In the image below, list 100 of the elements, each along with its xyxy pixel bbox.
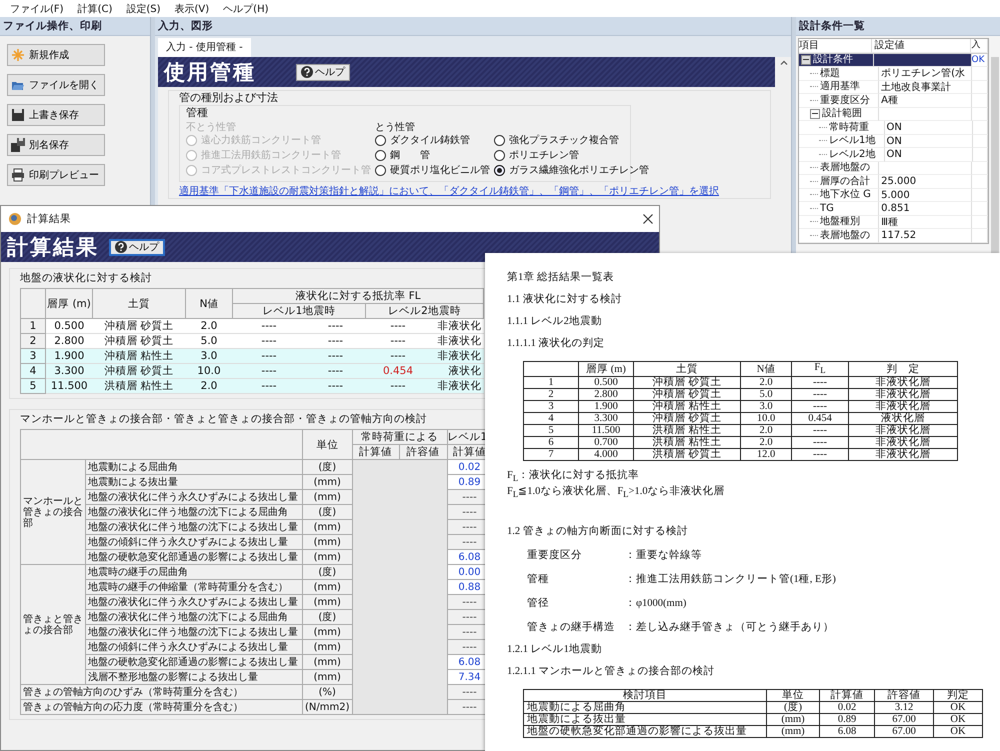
column-header: 計算値	[352, 444, 399, 460]
table-cell: 沖積層 粘性土	[634, 400, 740, 413]
item-label: 層厚の合計	[820, 175, 870, 188]
radio-option[interactable]: ガラス繊維強化ポリエチレン管	[494, 163, 649, 177]
tree-row[interactable]: 重要度区分 A種	[799, 94, 988, 108]
row-number: 2	[20, 334, 46, 348]
scroll-up-icon[interactable]	[780, 60, 788, 65]
row-number: 4	[20, 364, 46, 378]
table-cell: 洪積層 砂質土	[634, 448, 740, 461]
table-cell: 管きょの管軸方向の応力度（常時荷重分を含む）	[20, 700, 302, 714]
radio-button[interactable]	[494, 164, 505, 176]
table-cell: (度)	[302, 610, 352, 624]
menu-item[interactable]: ファイル(F)	[10, 2, 64, 16]
table-cell: 地盤の液状化に伴う永久ひずみによる抜出し量	[86, 490, 302, 504]
tree-row[interactable]: 適用基準 土地改良事業計	[799, 80, 988, 94]
column-header: 単位	[766, 690, 820, 702]
group-title: 地盤の液状化に対する検討	[20, 271, 152, 285]
table-cell: 5	[524, 424, 578, 437]
table-cell: 非液状化層	[848, 400, 958, 413]
item-label: 重要度区分	[820, 94, 870, 107]
table-cell: 非液状化層	[848, 388, 958, 401]
toolbar-button[interactable]: 印刷プレビュー	[7, 164, 105, 186]
column-header[interactable]: 入	[971, 39, 988, 52]
row-number: 5	[20, 378, 46, 394]
field-label: 管種	[527, 572, 550, 586]
tab[interactable]: 入力 - 使用管種 -	[158, 38, 251, 57]
radio-option[interactable]: 硬質ポリ塩化ビニル管	[375, 163, 490, 177]
toolbar-button[interactable]: 上書き保存	[7, 104, 105, 126]
table-cell: ----	[366, 318, 430, 334]
menu-item[interactable]: 表示(V)	[174, 2, 210, 16]
dialog-title: 計算結果	[27, 212, 71, 226]
table-cell: 非液状化層	[848, 436, 958, 449]
tree-row[interactable]: 常時荷重 ON	[799, 121, 988, 134]
help-button[interactable]: ヘルプ	[109, 238, 165, 256]
help-button[interactable]: ヘルプ	[296, 64, 350, 80]
printer-icon	[11, 168, 25, 182]
column-header[interactable]: 設定値	[872, 39, 972, 52]
tree-row[interactable]: TG 0.851	[799, 202, 988, 216]
collapse-icon[interactable]	[810, 108, 820, 119]
page-title: 計算結果	[7, 234, 99, 261]
radio-button[interactable]	[375, 164, 386, 176]
table-cell: 浅層不整形地盤の影響による抜出し量	[86, 670, 302, 684]
radio-button[interactable]	[494, 134, 505, 146]
radio-option[interactable]: 鋼 管	[375, 148, 490, 162]
menu-item[interactable]: 計算(C)	[78, 2, 112, 16]
group-title: 管の種別および寸法	[179, 90, 279, 105]
menu-item[interactable]: ヘルプ(H)	[223, 2, 268, 16]
item-value: 0.851	[881, 203, 910, 214]
tree-row[interactable]: 地下水位 G 5.000	[799, 188, 988, 202]
toolbar-button[interactable]: 新規作成	[7, 44, 105, 66]
tree-row[interactable]: 表層地盤の 117.52	[799, 229, 988, 242]
table-cell: ----	[366, 378, 430, 394]
collapse-icon[interactable]	[801, 54, 811, 65]
table-cell: ----	[306, 348, 366, 364]
table-cell: ----	[306, 364, 366, 378]
field-label: 重要度区分	[527, 548, 583, 562]
table-cell: 2.0	[186, 378, 232, 394]
tree-row[interactable]: レベル2地 ON	[799, 148, 988, 162]
tree-row[interactable]: 設計範囲	[799, 108, 988, 121]
radio-option[interactable]: 強化プラスチック複合管	[494, 133, 649, 147]
table-cell: 非液状化層	[848, 376, 958, 389]
tree-row[interactable]: レベル1地 ON	[799, 134, 988, 148]
tree-row[interactable]: 層厚の合計 25.000	[799, 175, 988, 188]
table-cell: OK	[934, 726, 982, 738]
table-cell: 地盤の傾斜に伴う永久ひずみによる抜出し量	[86, 640, 302, 654]
toolbar-button[interactable]: ファイルを開く	[7, 74, 105, 96]
radio-button[interactable]	[375, 134, 386, 146]
item-label: 設計条件	[813, 54, 853, 66]
table-cell: 3.300	[46, 364, 92, 378]
radio-option[interactable]: ダクタイル鋳鉄管	[375, 133, 490, 147]
tree-row[interactable]: 標題 ポリエチレン管(水	[799, 67, 988, 80]
table-cell: 地盤の硬軟急変化部通過の影響による抜出量	[524, 726, 766, 738]
radio-button[interactable]	[494, 150, 505, 160]
item-label: 表層地盤の	[820, 162, 870, 174]
table-cell: (mm)	[302, 670, 352, 684]
table-cell: 0.89	[820, 714, 874, 726]
radio-option[interactable]: ポリエチレン管	[494, 148, 649, 162]
column-header: 常時荷重による	[352, 430, 447, 444]
table-cell: ----	[232, 318, 306, 334]
tree-row[interactable]: 表層地盤の	[799, 162, 988, 175]
radio-button[interactable]	[375, 150, 386, 160]
table-cell: 地盤の傾斜に伴う永久ひずみによる抜出し量	[86, 534, 302, 550]
menu-item[interactable]: 設定(S)	[126, 2, 161, 16]
close-icon[interactable]	[643, 214, 653, 224]
table-cell: 1.900	[46, 348, 92, 364]
item-value: ON	[886, 122, 902, 133]
item-value: Ⅲ種	[881, 216, 898, 228]
column-header: 液状化に対する抵抗率 FL	[232, 288, 484, 304]
table-cell: 地震動による屈曲角	[524, 702, 766, 714]
item-label: 地盤種別	[820, 216, 860, 228]
tree-row[interactable]: 地盤種別 Ⅲ種	[799, 216, 988, 229]
column-header: N値	[740, 362, 792, 377]
report-heading: 1.2.1 レベル1地震動	[507, 642, 602, 658]
table-cell: 3.0	[740, 400, 792, 413]
table-cell: (N/mm2)	[302, 700, 352, 714]
field-value: ：差し込み継手管きょ（可とう継手あり）	[625, 620, 834, 634]
report-heading: 1.2 管きょの軸方向断面に対する検討	[507, 524, 688, 540]
toolbar-button[interactable]: 別名保存	[7, 134, 105, 156]
table-cell: 地盤の硬軟急変化部通過の影響による抜出し量	[86, 654, 302, 670]
column-header[interactable]: 項目	[799, 39, 872, 52]
